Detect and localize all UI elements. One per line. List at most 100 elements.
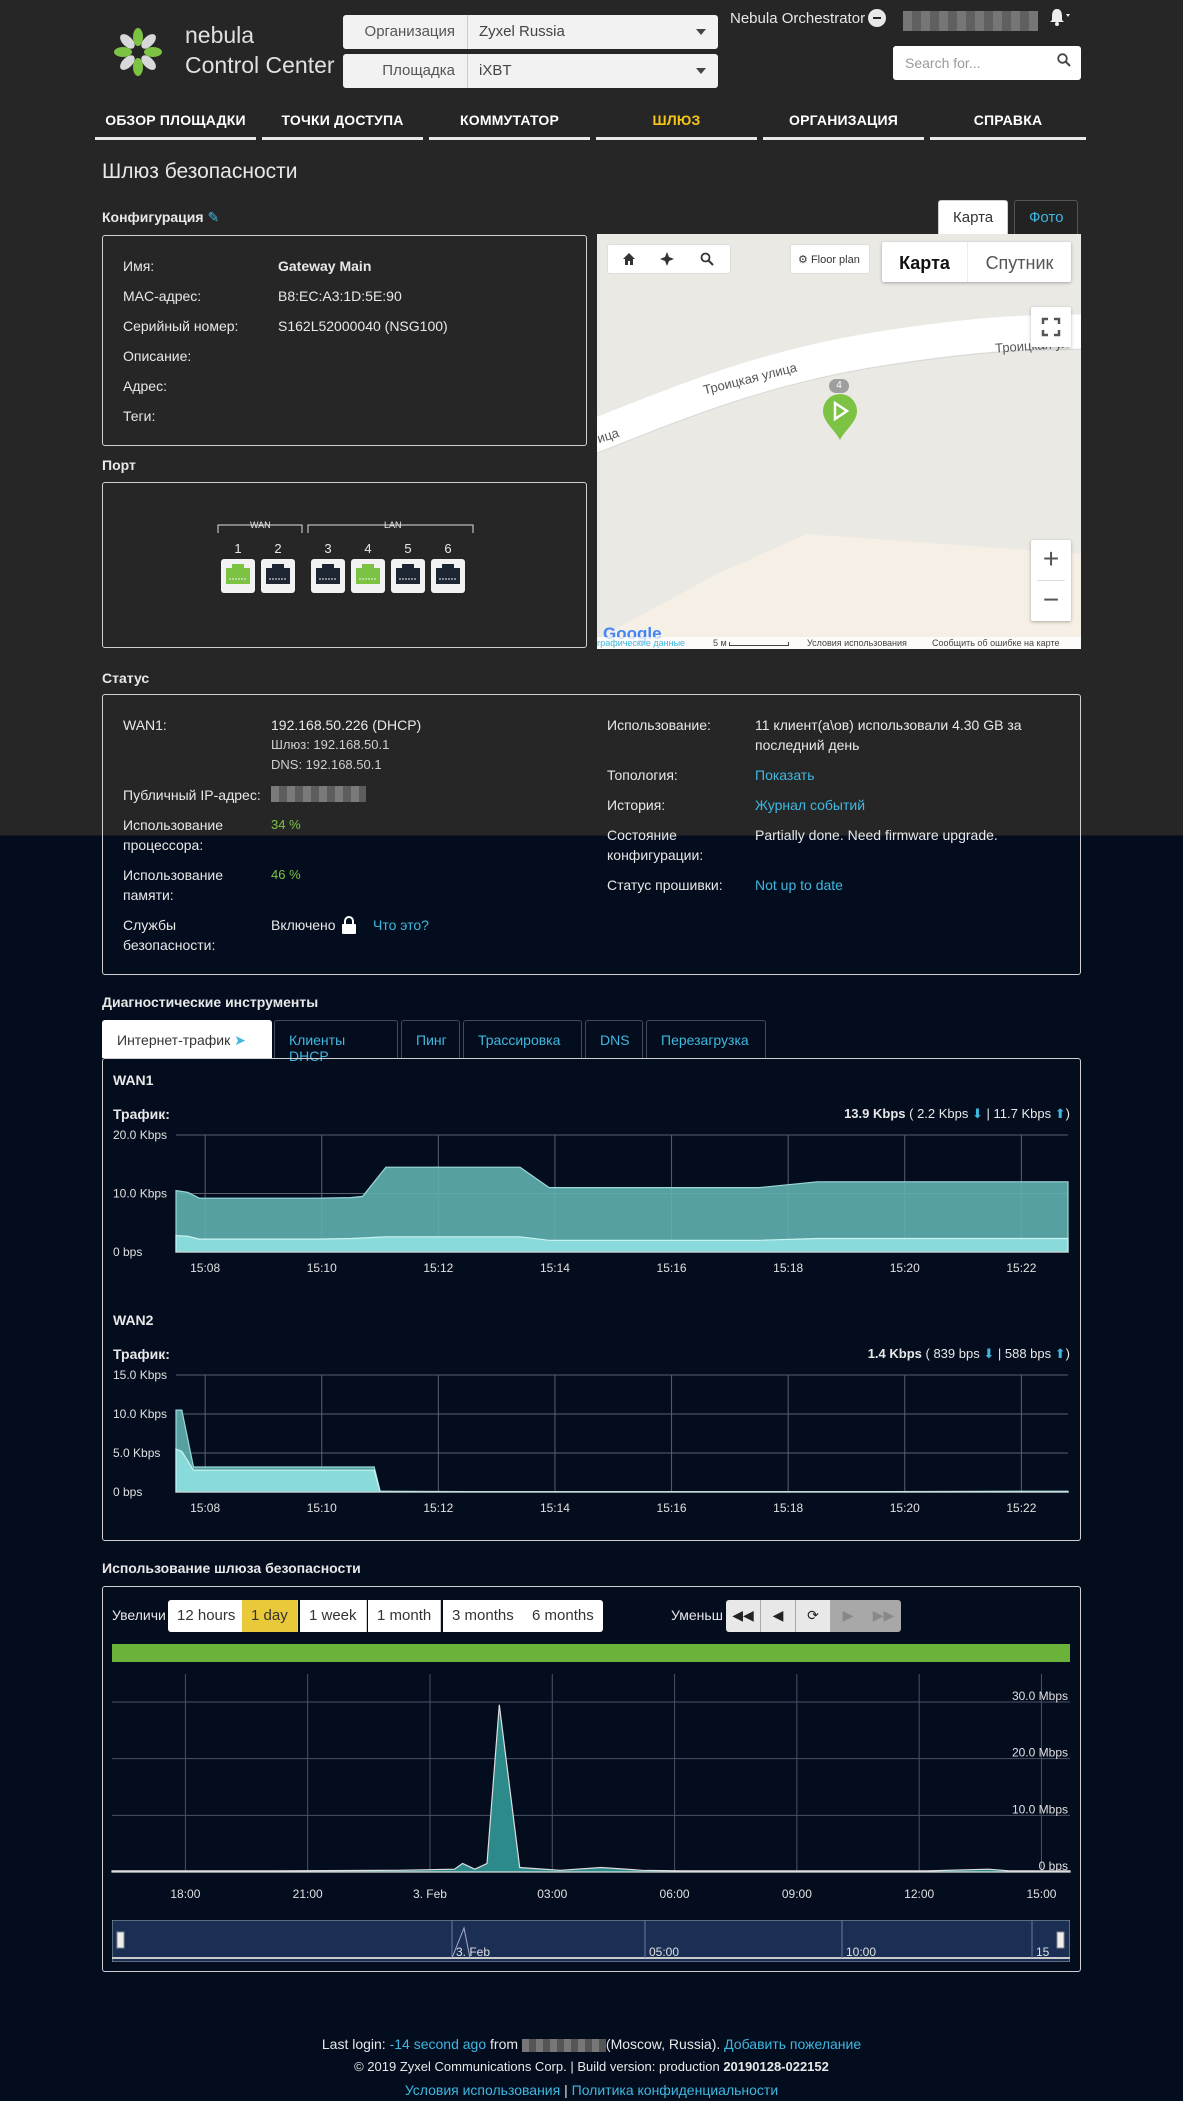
privacy-link[interactable]: Политика конфиденциальности xyxy=(572,2082,779,2098)
map-view[interactable]: Троицкая улица Троицкая ул ица ⚙ Floor p… xyxy=(597,234,1081,649)
fullscreen-button[interactable] xyxy=(1031,307,1071,347)
tab-map[interactable]: Карта xyxy=(938,200,1009,234)
range-navigator[interactable]: 3. Feb 05:00 10:00 15 xyxy=(112,1920,1070,1962)
y-tick-label: 10.0 Mbps xyxy=(1012,1802,1068,1816)
traffic-area-series-2 xyxy=(175,1448,1069,1493)
tab-internet-traffic[interactable]: Интернет-трафик ➤ xyxy=(102,1020,272,1058)
x-tick-label: 03:00 xyxy=(537,1887,567,1901)
download-icon: ⬇ xyxy=(983,1346,995,1361)
lock-icon xyxy=(341,916,357,937)
y-tick-label: 20.0 Kbps xyxy=(113,1128,167,1142)
firmware-link[interactable]: Not up to date xyxy=(755,875,843,895)
upload-icon: ⬆ xyxy=(1054,1346,1066,1361)
zoom-control: + − xyxy=(1031,540,1071,621)
notification-bell-icon[interactable] xyxy=(1048,7,1072,32)
port-5-down[interactable] xyxy=(391,559,425,593)
cpu-label: Использование процессора: xyxy=(123,817,224,853)
map-terms-link[interactable]: Условия использования xyxy=(807,638,907,648)
locate-icon[interactable] xyxy=(660,252,674,269)
search-icon[interactable] xyxy=(700,252,714,269)
tab-photo[interactable]: Фото xyxy=(1014,200,1079,234)
port-6-down[interactable] xyxy=(431,559,465,593)
range-3-months[interactable]: 3 months xyxy=(443,1600,524,1632)
x-tick-label: 15:08 xyxy=(190,1261,220,1275)
search-input[interactable]: Search for... xyxy=(893,46,1081,80)
traffic-panel: WAN1 Трафик: 13.9 Kbps ( 2.2 Kbps ⬇ | 11… xyxy=(102,1058,1081,1541)
nav-help[interactable]: СПРАВКА xyxy=(930,110,1086,140)
prev-button[interactable]: ◀ xyxy=(761,1600,796,1632)
firmware-label: Статус прошивки: xyxy=(607,877,723,893)
map-type-satellite-button[interactable]: Спутник xyxy=(967,242,1071,282)
x-tick-label: 15:00 xyxy=(1026,1887,1056,1901)
x-tick-label: 15:08 xyxy=(190,1501,220,1515)
copyright-line: © 2019 Zyxel Communications Corp. | Buil… xyxy=(354,2059,829,2074)
tab-dhcp-clients[interactable]: Клиенты DHCP xyxy=(274,1020,398,1064)
wan2-traffic-label: Трафик: xyxy=(113,1346,170,1362)
y-tick-label: 10.0 Kbps xyxy=(113,1407,167,1421)
history-label: История: xyxy=(607,797,666,813)
wan1-traffic-summary: 13.9 Kbps ( 2.2 Kbps ⬇ | 11.7 Kbps ⬆) xyxy=(844,1106,1070,1121)
memory-label: Использование памяти: xyxy=(123,867,224,903)
add-wish-link[interactable]: Добавить пожелание xyxy=(724,2036,861,2052)
refresh-button[interactable]: ⟳ xyxy=(796,1600,831,1632)
history-link[interactable]: Журнал событий xyxy=(755,795,865,815)
pencil-icon[interactable]: ✎ xyxy=(207,209,219,225)
y-tick-label: 20.0 Mbps xyxy=(1012,1746,1068,1760)
orchestrator-toggle[interactable] xyxy=(868,9,886,27)
x-tick-label: 15:12 xyxy=(423,1261,453,1275)
x-tick-label: 15:10 xyxy=(307,1261,337,1275)
search-icon[interactable] xyxy=(1057,53,1071,71)
memory-value: 46 % xyxy=(271,867,301,882)
port-number: 4 xyxy=(364,541,372,556)
nav-site-overview[interactable]: ОБЗОР ПЛОЩАДКИ xyxy=(95,110,256,140)
send-icon: ➤ xyxy=(234,1032,246,1048)
site-select[interactable]: Площадка iXBT xyxy=(343,54,718,88)
range-1-week[interactable]: 1 week xyxy=(300,1600,367,1632)
wan1-dns: DNS: 192.168.50.1 xyxy=(271,757,382,772)
port-2-down[interactable] xyxy=(261,559,295,593)
last-button[interactable]: ▶▶ xyxy=(866,1600,901,1632)
zoom-in-button[interactable]: + xyxy=(1031,540,1071,580)
next-button[interactable]: ▶ xyxy=(831,1600,866,1632)
gateway-marker-icon[interactable] xyxy=(823,394,857,443)
tab-reboot[interactable]: Перезагрузка xyxy=(646,1020,766,1058)
wan1-chart-title: WAN1 xyxy=(113,1072,154,1088)
port-3-down[interactable] xyxy=(311,559,345,593)
first-button[interactable]: ◀◀ xyxy=(726,1600,761,1632)
usage-label: Использование: xyxy=(607,717,711,733)
lan-label: LAN xyxy=(384,520,402,530)
security-services-label: Службы безопасности: xyxy=(123,917,216,953)
x-tick-label: 21:00 xyxy=(293,1887,323,1901)
terms-link[interactable]: Условия использования xyxy=(405,2082,560,2098)
tab-dns[interactable]: DNS xyxy=(585,1020,643,1058)
x-tick-label: 15:10 xyxy=(307,1501,337,1515)
range-1-day[interactable]: 1 day xyxy=(242,1600,298,1632)
map-toolbar xyxy=(607,244,731,274)
nav-access-points[interactable]: ТОЧКИ ДОСТУПА xyxy=(262,110,423,140)
tab-traceroute[interactable]: Трассировка xyxy=(463,1020,582,1058)
ports-panel: WAN LAN 1 2 3 4 5 6 xyxy=(102,482,587,648)
organization-select[interactable]: Организация Zyxel Russia xyxy=(343,15,718,49)
topology-link[interactable]: Показать xyxy=(755,765,815,785)
range-12-hours[interactable]: 12 hours xyxy=(168,1600,246,1632)
tab-ping[interactable]: Пинг xyxy=(401,1020,460,1058)
range-6-months[interactable]: 6 months xyxy=(523,1600,603,1632)
nav-gateway[interactable]: ШЛЮЗ xyxy=(596,110,757,140)
security-what-is-link[interactable]: Что это? xyxy=(373,915,429,935)
nav-organization[interactable]: ОРГАНИЗАЦИЯ xyxy=(763,110,924,140)
map-data-link[interactable]: графические данные xyxy=(597,638,685,648)
user-name-redacted[interactable] xyxy=(903,11,1038,31)
usage-value: 11 клиент(а\ов) использовали 4.30 GB за п… xyxy=(755,717,1022,753)
floor-plan-button[interactable]: ⚙ Floor plan xyxy=(790,244,870,274)
map-report-link[interactable]: Сообщить об ошибке на карте xyxy=(932,638,1059,648)
home-icon[interactable] xyxy=(622,252,636,269)
navigator-background xyxy=(112,1920,1070,1962)
port-4-up[interactable] xyxy=(351,559,385,593)
map-type-map-button[interactable]: Карта xyxy=(882,242,967,282)
wan1-gateway: Шлюз: 192.168.50.1 xyxy=(271,737,390,752)
port-1-up[interactable] xyxy=(221,559,255,593)
range-1-month[interactable]: 1 month xyxy=(368,1600,442,1632)
prev-icon: ◀ xyxy=(772,1607,784,1623)
zoom-out-button[interactable]: − xyxy=(1031,581,1071,621)
nav-switch[interactable]: КОММУТАТОР xyxy=(429,110,590,140)
